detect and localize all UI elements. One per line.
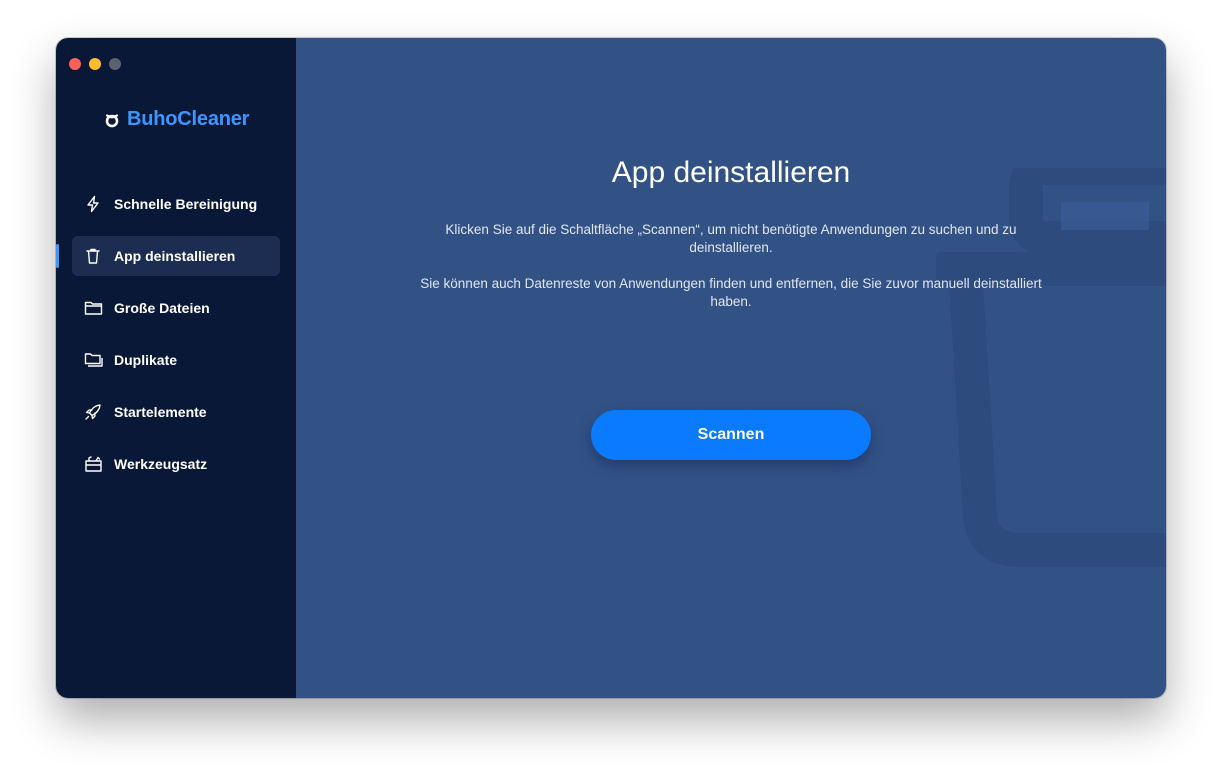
sidebar: BuhoCleaner Schnelle Bereinigung App dei… bbox=[56, 38, 296, 698]
lightning-icon bbox=[83, 194, 103, 214]
sidebar-item-quick-clean[interactable]: Schnelle Bereinigung bbox=[72, 184, 280, 224]
sidebar-item-label: Startelemente bbox=[114, 404, 207, 420]
trash-icon bbox=[83, 246, 103, 266]
close-window-button[interactable] bbox=[69, 58, 81, 70]
sidebar-item-duplicates[interactable]: Duplikate bbox=[72, 340, 280, 380]
sidebar-item-label: Große Dateien bbox=[114, 300, 210, 316]
sidebar-item-startup-items[interactable]: Startelemente bbox=[72, 392, 280, 432]
buho-logo-icon bbox=[105, 113, 119, 127]
app-name: BuhoCleaner bbox=[127, 108, 250, 130]
sidebar-nav: Schnelle Bereinigung App deinstallieren … bbox=[56, 184, 280, 496]
app-logo: BuhoCleaner bbox=[104, 108, 249, 131]
sidebar-item-large-files[interactable]: Große Dateien bbox=[72, 288, 280, 328]
sidebar-item-label: Werkzeugsatz bbox=[114, 456, 208, 472]
scan-button[interactable]: Scannen bbox=[591, 410, 871, 460]
toolbox-icon bbox=[83, 454, 103, 474]
sidebar-item-toolkit[interactable]: Werkzeugsatz bbox=[72, 444, 280, 484]
window-controls bbox=[69, 58, 121, 70]
minimize-window-button[interactable] bbox=[89, 58, 101, 70]
zoom-window-button[interactable] bbox=[109, 58, 121, 70]
sidebar-item-label: App deinstallieren bbox=[114, 248, 236, 264]
rocket-icon bbox=[83, 402, 103, 422]
app-window: BuhoCleaner Schnelle Bereinigung App dei… bbox=[56, 38, 1166, 698]
description-text: Klicken Sie auf die Schaltfläche „Scanne… bbox=[445, 222, 1017, 255]
sidebar-item-label: Schnelle Bereinigung bbox=[114, 196, 258, 212]
folder-icon bbox=[83, 298, 103, 318]
sidebar-item-label: Duplikate bbox=[114, 352, 178, 368]
description-secondary-text: Sie können auch Datenreste von Anwendung… bbox=[420, 276, 1042, 309]
sidebar-item-uninstall[interactable]: App deinstallieren bbox=[56, 236, 280, 276]
duplicate-folder-icon bbox=[83, 350, 103, 370]
page-title: App deinstallieren bbox=[611, 156, 851, 189]
main-panel: App deinstallieren Klicken Sie auf die S… bbox=[296, 38, 1166, 698]
